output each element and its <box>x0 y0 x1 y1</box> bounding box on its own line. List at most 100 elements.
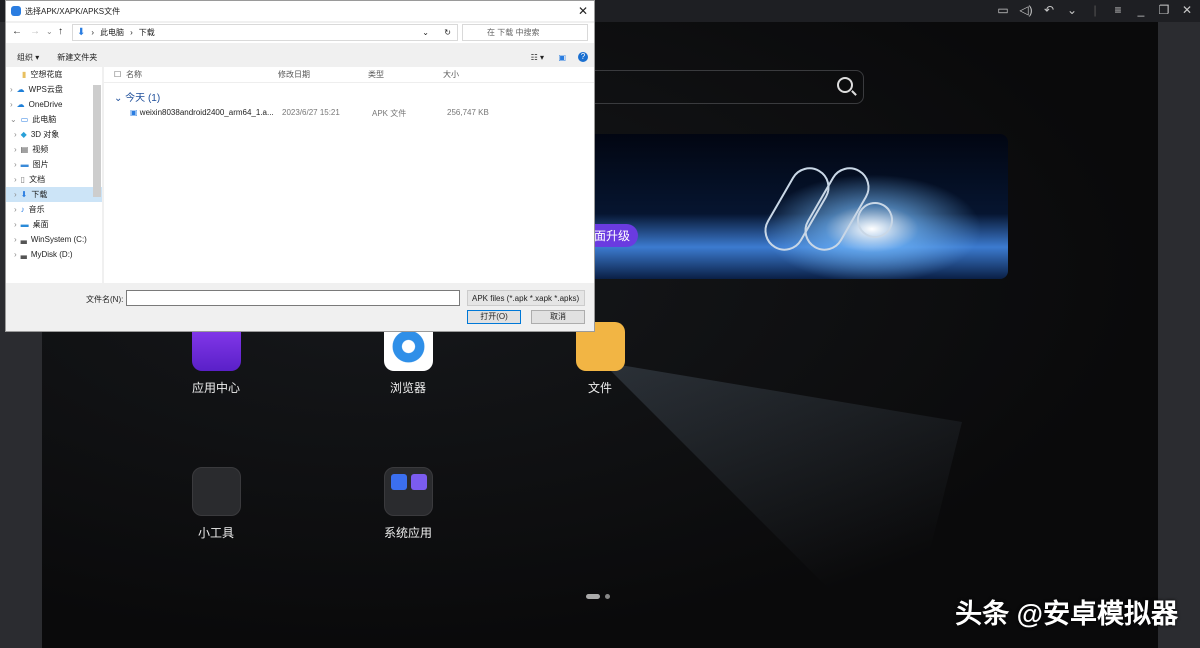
new-folder-button[interactable]: 新建文件夹 <box>57 52 97 63</box>
dialog-title: 选择APK/XAPK/APKS文件 <box>25 6 120 17</box>
home-search-bar[interactable] <box>562 70 864 104</box>
minimize-icon[interactable]: _ <box>1134 3 1148 17</box>
filename-input[interactable] <box>126 290 460 306</box>
sidebar-item[interactable]: › ▃ MyDisk (D:) <box>6 247 102 262</box>
drive-icon: ▃ <box>21 250 27 259</box>
sidebar-item[interactable]: › ▬ 图片 <box>6 157 102 172</box>
sidebar-item-label: MyDisk (D:) <box>31 250 73 259</box>
address-dropdown-icon[interactable]: ⌄ <box>422 28 429 37</box>
organize-button[interactable]: 组织 ▾ <box>17 52 39 63</box>
expand-chevron-icon[interactable]: ⌄ <box>10 115 17 124</box>
up-arrow-icon[interactable]: ↑ <box>58 26 63 37</box>
music-icon: ♪ <box>21 205 25 214</box>
chevron-down-icon[interactable]: ⌄ <box>1065 3 1079 17</box>
sidebar-item[interactable]: ›▬桌面 <box>6 217 102 232</box>
expand-chevron-icon[interactable]: › <box>14 250 17 259</box>
picture-icon: ▬ <box>21 160 29 169</box>
file-name-cell: ▣ weixin8038android2400_arm64_1.a... <box>130 108 282 119</box>
expand-chevron-icon[interactable]: › <box>10 85 13 94</box>
expand-chevron-icon[interactable]: › <box>14 220 17 229</box>
folder-icon: ▮ <box>22 70 26 79</box>
breadcrumb-item[interactable]: 下载 <box>139 27 155 38</box>
expand-chevron-icon[interactable]: › <box>14 160 17 169</box>
sidebar-item[interactable]: ›▯文档 <box>6 172 102 187</box>
column-date[interactable]: 修改日期 <box>278 69 368 80</box>
preview-pane-icon[interactable]: ▣ <box>558 53 566 62</box>
sidebar-item[interactable]: ›♪音乐 <box>6 202 102 217</box>
app-label: 小工具 <box>198 526 234 540</box>
sidebar-item-label: 空想花庭 <box>30 69 62 80</box>
folder-tools[interactable]: 小工具 <box>176 467 256 541</box>
expand-chevron-icon[interactable]: › <box>14 130 17 139</box>
expand-chevron-icon[interactable]: › <box>14 175 17 184</box>
sidebar-item[interactable]: ›⬇下载 <box>6 187 102 202</box>
volume-icon[interactable]: ◁) <box>1019 3 1033 17</box>
select-all-checkbox[interactable]: ☐ <box>104 70 126 79</box>
breadcrumb-item[interactable]: 此电脑 <box>100 27 124 38</box>
app-center[interactable]: 应用中心 <box>176 322 256 396</box>
open-button[interactable]: 打开(O) <box>467 310 521 324</box>
group-header[interactable]: ⌄ 今天 (1) <box>104 83 594 104</box>
close-icon[interactable]: ✕ <box>1180 3 1194 17</box>
filename-label: 文件名(N): <box>86 294 123 305</box>
settings-gallery-icon <box>384 467 433 516</box>
column-size[interactable]: 大小 <box>443 69 493 80</box>
file-row[interactable]: ▣ weixin8038android2400_arm64_1.a... 202… <box>104 104 594 119</box>
close-icon[interactable]: ✕ <box>578 4 588 18</box>
address-bar[interactable]: ⬇ › 此电脑 › 下载 ⌄ ↻ <box>72 24 458 41</box>
folder-system-apps[interactable]: 系统应用 <box>368 467 448 541</box>
app-files[interactable]: 文件 <box>560 322 640 396</box>
sidebar-scrollbar[interactable] <box>93 85 101 197</box>
refresh-icon[interactable]: ↻ <box>444 28 451 37</box>
column-name[interactable]: 名称 <box>126 69 278 80</box>
sidebar-item[interactable]: ▮ 空想花庭 <box>6 67 102 82</box>
watermark: 头条 @安卓模拟器 <box>955 592 1178 631</box>
sidebar-item-label: 文档 <box>29 174 45 185</box>
sidebar-item[interactable]: ›☁OneDrive <box>6 97 102 112</box>
cancel-button[interactable]: 取消 <box>531 310 585 324</box>
menu-icon[interactable]: ≡ <box>1111 3 1125 17</box>
sidebar-item-label: WinSystem (C:) <box>31 235 87 244</box>
restore-icon[interactable]: ❐ <box>1157 3 1171 17</box>
back-icon[interactable]: ↶ <box>1042 3 1056 17</box>
download-icon: ⬇ <box>77 27 85 38</box>
sidebar-item-label: 视频 <box>32 144 48 155</box>
file-open-dialog: 选择APK/XAPK/APKS文件 ✕ ← → ⌄ ↑ ⬇ › 此电脑 › 下载… <box>5 0 595 332</box>
navigation-bar: ← → ⌄ ↑ ⬇ › 此电脑 › 下载 ⌄ ↻ 在 下载 中搜索 <box>6 23 594 43</box>
group-label: 今天 (1) <box>125 93 160 104</box>
file-name: weixin8038android2400_arm64_1.a... <box>140 108 274 117</box>
column-type[interactable]: 类型 <box>368 69 443 80</box>
sidebar-item-label: 图片 <box>33 159 49 170</box>
breadcrumb-sep: › <box>91 28 94 37</box>
sidebar-item-label: WPS云盘 <box>29 84 63 95</box>
sidebar-item-label: 下载 <box>31 189 47 200</box>
help-icon[interactable]: ? <box>578 52 588 62</box>
filetype-select[interactable]: APK files (*.apk *.xapk *.apks) <box>467 290 585 306</box>
expand-chevron-icon[interactable]: › <box>14 205 17 214</box>
sidebar-item[interactable]: ›☁WPS云盘 <box>6 82 102 97</box>
cube-icon: ◆ <box>21 130 27 139</box>
sidebar-item[interactable]: ›▃WinSystem (C:) <box>6 232 102 247</box>
computer-icon: ▭ <box>21 115 29 124</box>
keyboard-icon[interactable]: ▭ <box>996 3 1010 17</box>
expand-chevron-icon[interactable]: › <box>10 100 13 109</box>
sidebar-item[interactable]: › ▤视频 <box>6 142 102 157</box>
forward-arrow-icon[interactable]: → <box>30 26 40 37</box>
search-input[interactable]: 在 下载 中搜索 <box>462 24 588 41</box>
recent-chevron-icon[interactable]: ⌄ <box>46 27 53 36</box>
app-label: 浏览器 <box>390 381 426 395</box>
expand-chevron-icon[interactable]: › <box>14 235 17 244</box>
app-browser[interactable]: 浏览器 <box>368 322 448 396</box>
view-options-icon[interactable]: ☷ ▾ <box>531 53 544 62</box>
page-indicator <box>586 594 610 599</box>
file-size: 256,747 KB <box>447 108 489 119</box>
google-icon <box>192 467 241 516</box>
sidebar-item[interactable]: ⌄▭此电脑 <box>6 112 102 127</box>
expand-chevron-icon[interactable]: › <box>14 190 17 199</box>
sidebar-item[interactable]: ›◆3D 对象 <box>6 127 102 142</box>
video-icon: ▤ <box>21 145 29 154</box>
promo-banner[interactable]: 能全面升级 <box>562 134 1008 279</box>
navigation-pane: ▮空想花庭›☁WPS云盘›☁OneDrive⌄▭此电脑›◆3D 对象›▤视频›▬… <box>6 67 102 283</box>
back-arrow-icon[interactable]: ← <box>12 26 22 37</box>
expand-chevron-icon[interactable]: › <box>14 145 17 154</box>
